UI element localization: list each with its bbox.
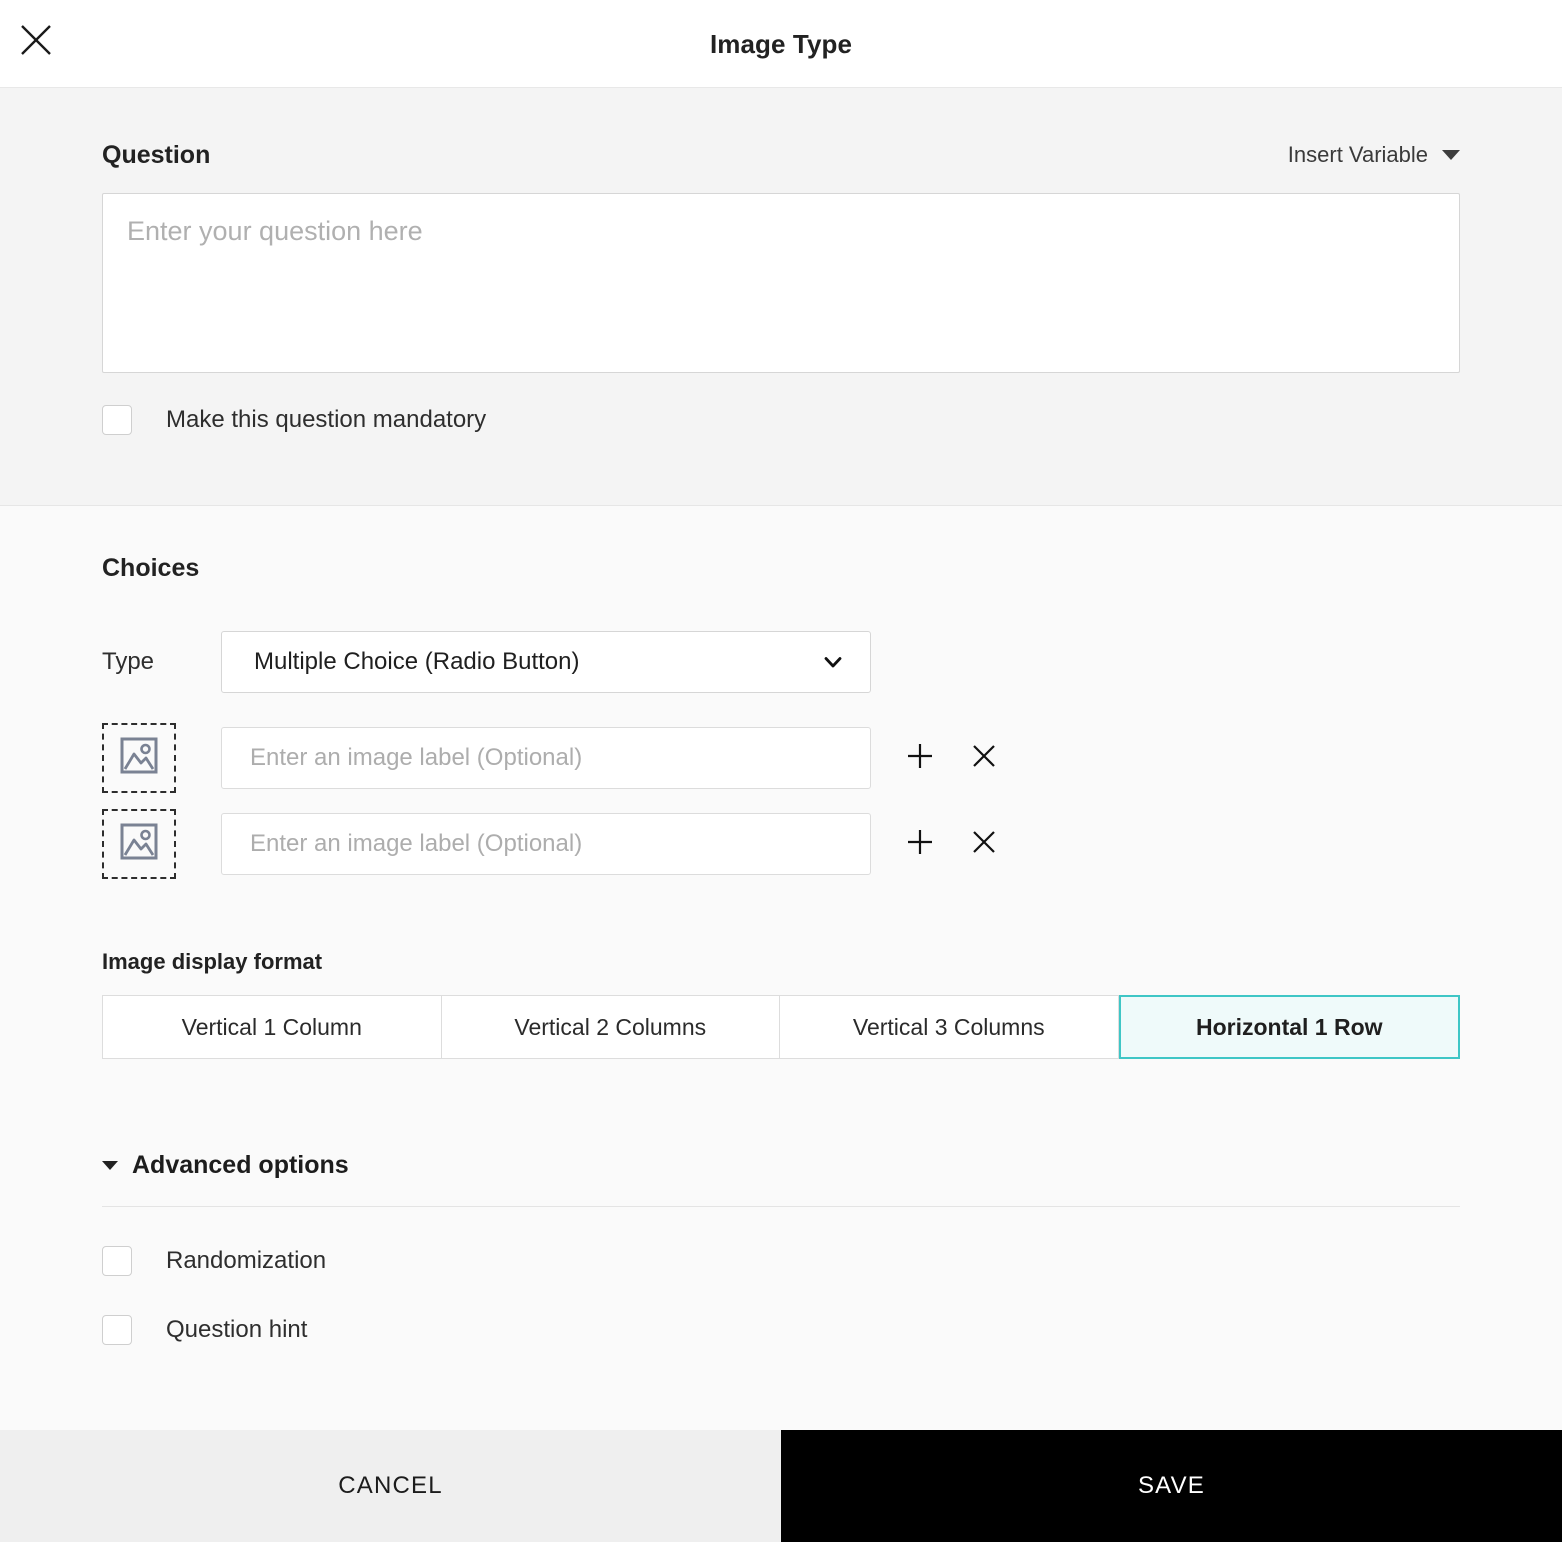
dialog-header: Image Type [0, 0, 1562, 88]
remove-image-row-button[interactable] [963, 737, 1005, 779]
insert-variable-label: Insert Variable [1287, 142, 1428, 167]
image-row-actions [899, 823, 1005, 865]
mandatory-checkbox-label: Make this question mandatory [166, 406, 487, 433]
plus-icon [905, 827, 935, 862]
dialog-title: Image Type [709, 29, 853, 59]
image-display-format-group: Vertical 1 Column Vertical 2 Columns Ver… [102, 995, 1460, 1059]
image-placeholder-icon [118, 822, 160, 867]
randomization-label: Randomization [166, 1247, 327, 1274]
question-header-row: Question Insert Variable [102, 136, 1460, 170]
image-label-input[interactable] [221, 727, 871, 789]
question-hint-checkbox[interactable] [102, 1315, 132, 1345]
question-hint-label: Question hint [166, 1316, 308, 1343]
choices-section: Choices Type Multiple Choice (Radio Butt… [0, 506, 1562, 1430]
cancel-button[interactable]: CANCEL [0, 1430, 781, 1542]
chevron-down-icon [1442, 150, 1460, 160]
close-icon [970, 828, 998, 861]
image-type-dialog: Image Type Question Insert Variable Make… [0, 0, 1562, 1542]
format-option-horizontal-1-row[interactable]: Horizontal 1 Row [1118, 995, 1460, 1059]
format-option-vertical-2-columns[interactable]: Vertical 2 Columns [441, 995, 780, 1059]
choices-title: Choices [102, 554, 200, 582]
caret-down-icon [102, 1161, 118, 1170]
plus-icon [905, 741, 935, 776]
insert-variable-dropdown[interactable]: Insert Variable [1288, 142, 1460, 170]
image-upload-dropzone[interactable] [102, 723, 176, 793]
dialog-footer: CANCEL SAVE [0, 1430, 1562, 1542]
image-choice-row [102, 723, 1460, 793]
dialog-body: Question Insert Variable Make this quest… [0, 88, 1562, 1430]
image-upload-dropzone[interactable] [102, 809, 176, 879]
image-label-input[interactable] [221, 813, 871, 875]
advanced-options-toggle[interactable]: Advanced options [102, 1151, 1460, 1180]
image-row-actions [899, 737, 1005, 779]
format-option-vertical-3-columns[interactable]: Vertical 3 Columns [780, 995, 1119, 1059]
question-section: Question Insert Variable Make this quest… [0, 88, 1562, 506]
question-input[interactable] [102, 193, 1460, 373]
image-placeholder-icon [118, 736, 160, 781]
format-option-vertical-1-column[interactable]: Vertical 1 Column [102, 995, 442, 1059]
mandatory-checkbox-row[interactable]: Make this question mandatory [102, 405, 1460, 435]
randomization-row[interactable]: Randomization [102, 1246, 1460, 1276]
advanced-options-title: Advanced options [132, 1151, 349, 1179]
advanced-divider [102, 1206, 1460, 1207]
save-button[interactable]: SAVE [781, 1430, 1562, 1542]
mandatory-checkbox[interactable] [102, 405, 132, 435]
add-image-row-button[interactable] [899, 823, 941, 865]
choice-type-selected-value: Multiple Choice (Radio Button) [254, 648, 580, 675]
choice-type-label: Type [102, 648, 155, 675]
image-display-format-label: Image display format [102, 949, 323, 974]
choice-type-row: Type Multiple Choice (Radio Button) [102, 631, 1460, 693]
remove-image-row-button[interactable] [963, 823, 1005, 865]
choice-type-select[interactable]: Multiple Choice (Radio Button) [221, 631, 871, 693]
add-image-row-button[interactable] [899, 737, 941, 779]
image-choice-row [102, 809, 1460, 879]
question-label: Question [102, 141, 211, 169]
randomization-checkbox[interactable] [102, 1246, 132, 1276]
close-icon [970, 742, 998, 775]
chevron-down-icon [822, 651, 844, 673]
question-hint-row[interactable]: Question hint [102, 1315, 1460, 1345]
